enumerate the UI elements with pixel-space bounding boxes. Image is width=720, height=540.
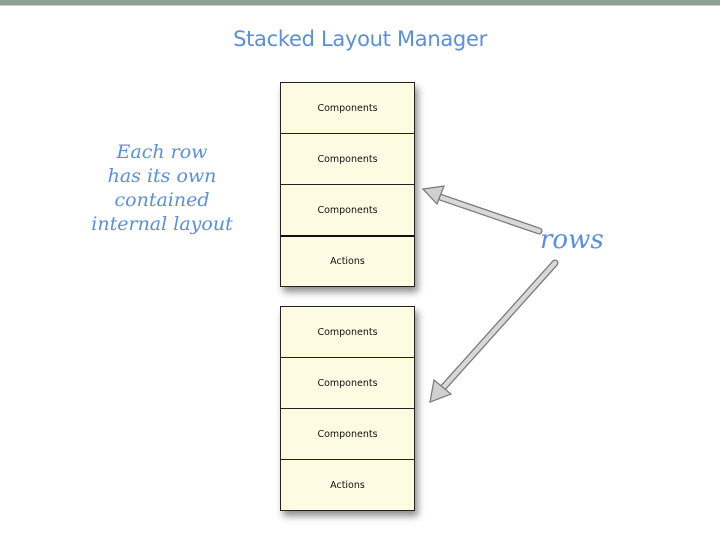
note-line: contained: [114, 189, 210, 211]
row-components: Components: [317, 102, 378, 114]
top-bar: [0, 0, 720, 6]
note-line: Each row: [116, 141, 208, 163]
row-components: Components: [281, 357, 414, 408]
rows-label: rows: [540, 225, 604, 255]
note-line: internal layout: [91, 213, 233, 235]
arrow-lower-icon: [429, 259, 559, 403]
note-line: has its own: [107, 165, 217, 187]
stack-panel-1: Components Components Components Actions: [280, 82, 415, 287]
stack-panel-2: Components Components Components Actions: [280, 306, 415, 511]
row-components: Components: [281, 133, 414, 184]
slide-title: Stacked Layout Manager: [233, 27, 487, 51]
row-components: Components: [281, 408, 414, 459]
row-actions: Actions: [281, 235, 414, 286]
row-components: Components: [317, 326, 378, 338]
arrow-upper-icon: [421, 185, 543, 235]
explanation-note: Each row has its own contained internal …: [52, 140, 272, 236]
row-components: Components: [281, 184, 414, 235]
row-actions: Actions: [281, 459, 414, 510]
